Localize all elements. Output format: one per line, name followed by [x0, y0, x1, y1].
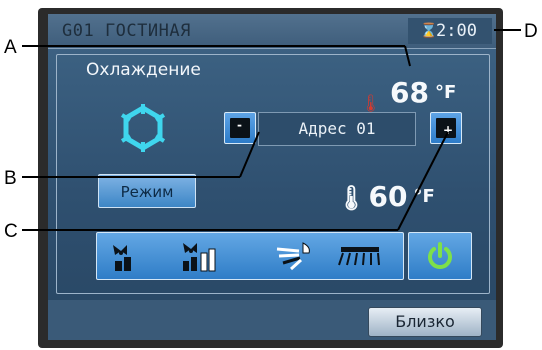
room-temp-value: 60	[368, 180, 408, 213]
header-bar: G01 ГОСТИНАЯ ⌛ 2:00	[48, 14, 496, 49]
plus-sign: +	[443, 123, 454, 137]
address-display: Адрес 01	[258, 112, 416, 146]
address-next-button[interactable]: +	[430, 112, 462, 144]
fan-low-icon[interactable]	[105, 239, 145, 273]
fan-speed-icon[interactable]	[177, 239, 237, 273]
callout-d: D	[524, 21, 538, 42]
thermometer-icon: 🌡	[360, 94, 382, 114]
room-temperature: 🌡60 °F	[336, 180, 435, 213]
louver-icon[interactable]	[335, 239, 385, 273]
hourglass-icon: ⌛	[420, 23, 438, 39]
power-icon	[428, 242, 452, 269]
address-prev-button[interactable]: -	[224, 112, 256, 144]
fan-control-bar	[96, 232, 404, 280]
callout-c: C	[4, 221, 18, 242]
callout-b: B	[4, 168, 17, 189]
callout-a: A	[4, 37, 17, 58]
mode-label: Охлаждение	[86, 60, 201, 80]
timer-display: 2:00	[436, 21, 477, 41]
room-thermometer-icon: 🌡	[336, 184, 367, 212]
snowflake-icon	[120, 104, 166, 152]
set-temperature: 68 °F	[390, 76, 456, 109]
power-button[interactable]	[408, 232, 472, 280]
minus-sign: -	[237, 118, 242, 132]
mode-button[interactable]: Режим	[98, 174, 196, 208]
room-name: G01 ГОСТИНАЯ	[62, 21, 191, 41]
lcd-screen: G01 ГОСТИНАЯ ⌛ 2:00 Охлаждение Режим 🌡 6…	[48, 14, 496, 340]
vane-swing-icon[interactable]	[273, 239, 313, 273]
close-button[interactable]: Близко	[368, 307, 482, 337]
set-temp-value: 68	[390, 76, 429, 109]
room-temp-unit: °F	[413, 186, 435, 207]
set-temp-unit: °F	[434, 82, 457, 103]
